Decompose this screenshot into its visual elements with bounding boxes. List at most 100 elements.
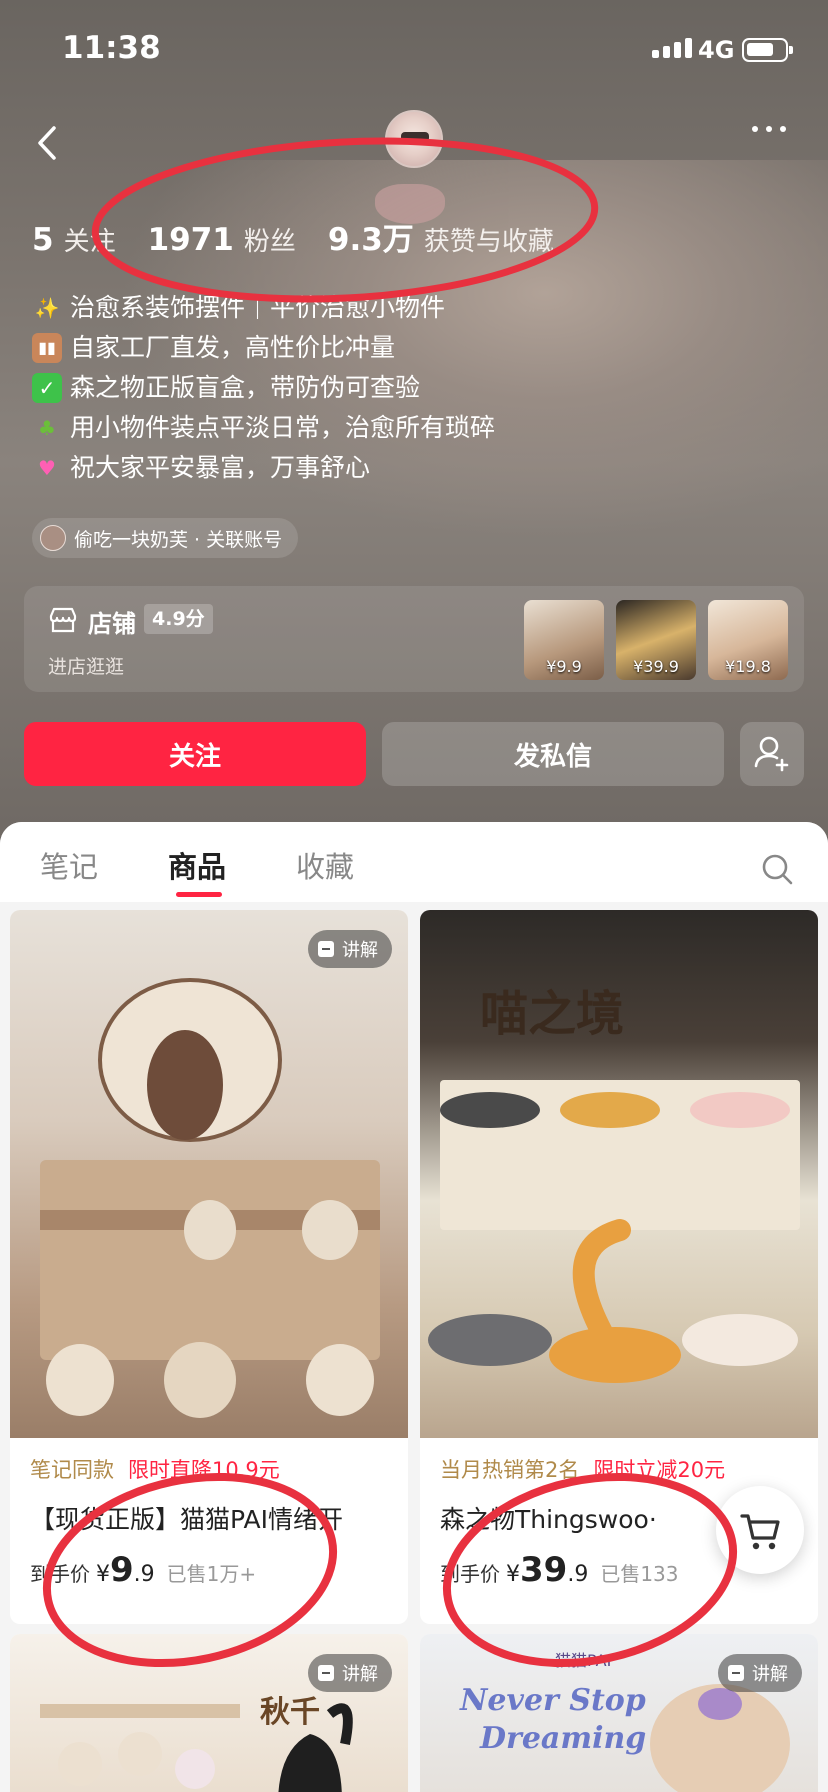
more-options-button[interactable] [752,126,786,132]
bio-line: ▮▮ 自家工厂直发，高性价比冲量 [32,328,495,368]
shop-product-thumb[interactable]: ¥39.9 [616,600,696,680]
linked-account-avatar [40,525,66,551]
svg-text:秋千: 秋千 [260,1695,320,1730]
explain-icon [318,1665,334,1681]
promo-text: 限时立减20元 [593,1458,726,1482]
bio-line: ♣ 用小物件装点平淡日常，治愈所有琐碎 [32,408,495,448]
potted-plant-icon: ♣ [38,416,56,440]
price-integer: 9 [110,1550,134,1590]
stat-label: 关注 [63,227,116,257]
product-image: 秋千 讲解 [10,1634,408,1792]
search-icon[interactable] [760,852,794,886]
add-friend-button[interactable] [740,722,804,786]
thumb-price: ¥9.9 [546,657,582,676]
shop-card[interactable]: 店铺 4.9分 进店逛逛 ¥9.9 ¥39.9 ¥19.8 [24,586,804,692]
price-label: 到手价 [440,1562,500,1586]
back-button[interactable] [30,118,70,168]
store-icon [49,607,77,633]
stat-label: 获赞与收藏 [423,227,554,257]
thumb-price: ¥39.9 [633,657,679,676]
active-tab-indicator [176,892,222,897]
battery-icon [742,38,793,62]
stat-following[interactable]: 5 关注 [32,221,116,258]
bio-text: 自家工厂直发，高性价比冲量 [70,333,396,362]
linked-account-chip[interactable]: 偷吃一块奶芙 · 关联账号 [32,518,299,558]
explain-icon [318,941,334,957]
bio-text: 用小物件装点平淡日常，治愈所有琐碎 [70,413,496,442]
stat-num: 9.3万 [327,222,414,258]
product-card[interactable]: 秋千 讲解 [10,1634,408,1792]
message-button[interactable]: 发私信 [382,722,724,786]
bio-line: ✓ 森之物正版盲盒，带防伪可查验 [32,368,495,408]
factory-icon: ▮▮ [32,333,62,363]
thumb-price: ¥19.8 [725,657,771,676]
signal-icon [652,38,692,58]
product-image: 猫猫PAI Never Stop Dreaming 讲解 [420,1634,818,1792]
cart-button[interactable] [716,1486,804,1574]
profile-stats: 5 关注 1971 粉丝 9.3万 获赞与收藏 [32,214,586,259]
shop-product-thumb[interactable]: ¥9.9 [524,600,604,680]
promo-line: 当月热销第2名 限时立减20元 [440,1454,725,1484]
badge-label: 讲解 [342,940,378,961]
svg-text:Dreaming: Dreaming [479,1721,646,1756]
cat-bowl-illustration: 喵之境 [428,986,800,1383]
sparkling-heart-icon: ♥ [38,456,56,480]
chevron-left-icon [38,126,56,160]
bio-text: 治愈系装饰摆件｜平价治愈小物件 [70,293,446,322]
add-user-icon [754,736,789,772]
shop-product-thumb[interactable]: ¥19.8 [708,600,788,680]
price-row: 到手价 ¥ 9 .9 已售1万+ [30,1550,256,1590]
status-time: 11:38 [62,30,161,66]
check-mark-icon: ✓ [32,373,62,403]
svg-text:Never Stop: Never Stop [459,1683,646,1718]
price-label: 到手价 [30,1562,90,1586]
tab-favorites[interactable]: 收藏 [296,844,354,886]
content-sheet: 笔记 商品 收藏 讲解 笔记同款 限时直降10.9元 【现货正版】猫猫PAI情绪… [0,822,828,1792]
shop-enter-link[interactable]: 进店逛逛 [48,652,124,679]
price-decimal: .9 [133,1562,155,1587]
price-currency: ¥ [506,1562,520,1587]
shop-title: 店铺 [88,610,136,638]
stat-label: 粉丝 [243,227,296,257]
bio-line: ♥ 祝大家平安暴富，万事舒心 [32,448,495,488]
badge-label: 讲解 [752,1664,788,1685]
svg-text:喵之境: 喵之境 [480,986,624,1042]
shop-score-badge: 4.9分 [144,604,213,634]
product-card[interactable]: 讲解 笔记同款 限时直降10.9元 【现货正版】猫猫PAI情绪开 到手价 ¥ 9 … [10,910,408,1624]
avatar[interactable] [385,110,443,168]
bio-text: 祝大家平安暴富，万事舒心 [70,453,371,482]
shopping-cart-icon [740,1514,780,1550]
product-image: 喵之境 [420,910,818,1438]
badge-label: 讲解 [342,1664,378,1685]
follow-button[interactable]: 关注 [24,722,366,786]
network-type: 4G [698,36,735,64]
profile-header: 11:38 4G 5 关注 1971 粉丝 9.3万 获赞与收藏 ✨ 治愈系装饰… [0,0,828,840]
linked-account-label: 偷吃一块奶芙 · 关联账号 [74,528,283,551]
product-tag: 笔记同款 [30,1458,114,1482]
profile-bio: ✨ 治愈系装饰摆件｜平价治愈小物件 ▮▮ 自家工厂直发，高性价比冲量 ✓ 森之物… [32,288,495,488]
explain-badge[interactable]: 讲解 [308,1654,392,1692]
product-card[interactable]: 猫猫PAI Never Stop Dreaming 讲解 [420,1634,818,1792]
price-integer: 39 [520,1550,568,1590]
product-image: 讲解 [10,910,408,1438]
bio-line: ✨ 治愈系装饰摆件｜平价治愈小物件 [32,288,495,328]
tab-products[interactable]: 商品 [168,844,226,886]
price-row: 到手价 ¥ 39 .9 已售133 [440,1550,679,1590]
stat-followers[interactable]: 1971 粉丝 [148,221,296,258]
product-tag: 当月热销第2名 [440,1458,580,1482]
stat-likes[interactable]: 9.3万 获赞与收藏 [328,214,554,259]
explain-badge[interactable]: 讲解 [718,1654,802,1692]
product-title: 【现货正版】猫猫PAI情绪开 [30,1505,343,1534]
svg-text:猫猫PAI: 猫猫PAI [555,1651,611,1670]
explain-icon [728,1665,744,1681]
profile-tabs: 笔记 商品 收藏 [0,822,828,902]
cat-figurine-illustration [40,978,380,1418]
sold-count: 已售1万+ [166,1562,257,1586]
tab-notes[interactable]: 笔记 [40,844,98,886]
explain-badge[interactable]: 讲解 [308,930,392,968]
status-bar: 11:38 4G [0,0,828,100]
bio-text: 森之物正版盲盒，带防伪可查验 [70,373,421,402]
stat-num: 1971 [147,222,234,258]
sparkles-icon: ✨ [34,296,60,320]
promo-text: 限时直降10.9元 [128,1458,280,1482]
